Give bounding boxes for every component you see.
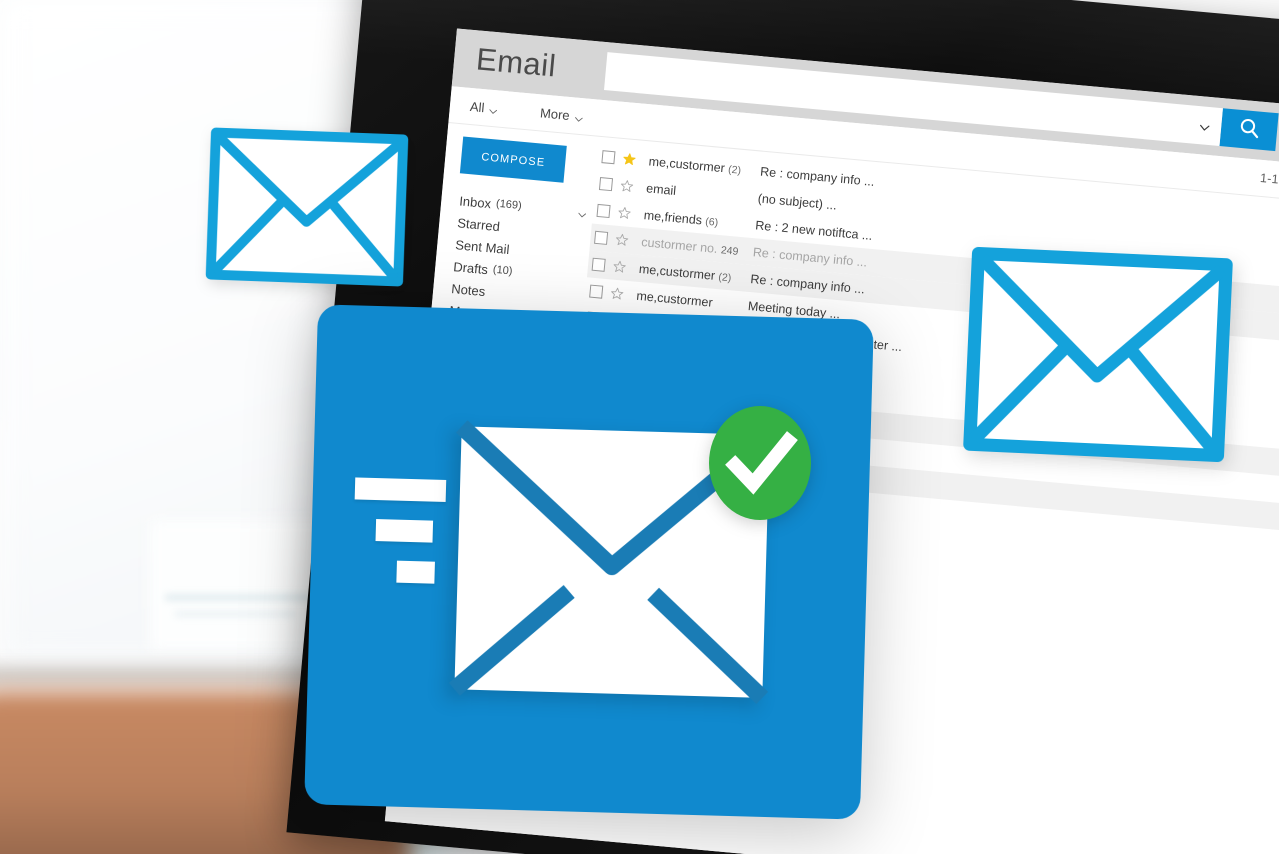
filter-all-dropdown[interactable]: All	[469, 98, 499, 116]
chevron-down-icon[interactable]	[1199, 120, 1211, 132]
sidebar-item-label: Inbox	[458, 192, 492, 211]
row-sender-count: 249	[720, 243, 739, 258]
star-icon[interactable]	[620, 179, 634, 193]
row-sender-name: me,custormer	[648, 153, 726, 175]
row-sender: email	[646, 181, 759, 205]
row-subject: (no subject) ...	[757, 190, 838, 213]
row-subject: Re : company info ...	[749, 271, 866, 296]
row-sender: me,friends (6)	[643, 208, 756, 232]
speed-line-1	[354, 477, 447, 502]
more-actions-label: More	[539, 104, 571, 123]
sidebar-item-label: Notes	[450, 280, 486, 299]
chevron-down-icon	[489, 103, 499, 114]
email-notification-card	[304, 304, 874, 820]
row-checkbox[interactable]	[598, 177, 614, 192]
star-icon[interactable]	[610, 286, 624, 300]
pagination-count: 1-100 of 346	[1259, 170, 1279, 192]
row-sender-name: me,custormer	[638, 261, 716, 283]
envelope-outline-icon-left	[205, 127, 409, 287]
sidebar-item-label: Drafts	[452, 258, 489, 277]
speed-lines	[352, 477, 447, 602]
check-circle-icon	[708, 405, 812, 522]
row-sender-name: custormer no.	[640, 234, 719, 256]
row-checkbox[interactable]	[589, 284, 604, 299]
row-checkbox[interactable]	[591, 257, 606, 272]
row-sender-name: email	[645, 180, 677, 198]
speed-line-3	[396, 560, 435, 584]
search-button[interactable]	[1219, 108, 1279, 152]
row-sender-count: (2)	[727, 163, 742, 177]
star-icon[interactable]	[613, 260, 627, 274]
row-subject: Re : company info ...	[752, 244, 868, 270]
row-subject: Re : 2 new notiftca ...	[754, 217, 873, 243]
screenshot-stage: Email All More 1-100 COMPOSE Inbox (169)…	[0, 0, 1279, 854]
chevron-down-icon[interactable]	[577, 207, 587, 218]
star-icon[interactable]	[615, 233, 629, 247]
row-sender-count: (6)	[704, 215, 719, 229]
star-icon[interactable]	[617, 206, 631, 220]
row-checkbox[interactable]	[596, 203, 611, 219]
row-sender-name: me,friends	[643, 207, 703, 227]
search-icon	[1236, 116, 1261, 144]
compose-button[interactable]: COMPOSE	[459, 136, 567, 183]
row-sender: me,custormer (2)	[638, 261, 751, 285]
background-sketch-line-2	[175, 612, 295, 616]
app-title: Email	[474, 41, 558, 84]
sidebar-item-count: (10)	[492, 263, 513, 278]
filter-all-label: All	[469, 98, 486, 115]
row-checkbox[interactable]	[601, 150, 616, 165]
more-actions-dropdown[interactable]: More	[540, 105, 585, 124]
row-sender: custormer no. 249	[641, 235, 754, 259]
chevron-down-icon	[574, 111, 584, 122]
envelope-outline-icon-right	[962, 246, 1233, 463]
row-subject: Re : company info ...	[759, 164, 876, 189]
row-sender-name: me,custormer	[635, 288, 714, 310]
speed-line-2	[375, 519, 434, 543]
row-checkbox[interactable]	[594, 230, 609, 245]
sidebar-item-count: (169)	[495, 197, 523, 213]
sidebar-item-label: Starred	[456, 214, 501, 234]
row-sender-count: (2)	[717, 270, 732, 284]
row-sender: me,custormer (2)	[648, 154, 761, 178]
star-icon[interactable]	[622, 152, 636, 166]
row-sender: me,custormer	[636, 288, 749, 312]
sidebar-item-label: Sent Mail	[454, 236, 511, 257]
